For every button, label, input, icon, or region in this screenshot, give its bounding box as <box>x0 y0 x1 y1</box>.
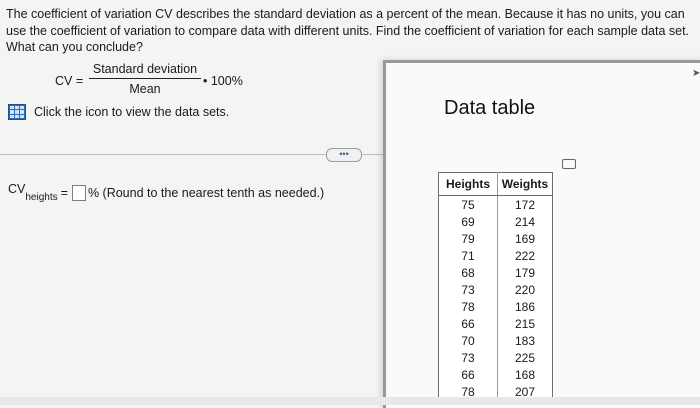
table-row: 69 214 <box>438 213 553 230</box>
table-row: 79 169 <box>438 230 553 247</box>
cell-height: 68 <box>438 264 498 281</box>
cell-weight: 168 <box>514 367 536 382</box>
cell-weight: 186 <box>514 299 536 314</box>
table-row: 78 186 <box>438 298 553 315</box>
cell-height: 66 <box>438 315 498 332</box>
question-text: The coefficient of variation CV describe… <box>6 7 690 54</box>
table-row: 70 183 <box>438 332 553 349</box>
cell-weight: 172 <box>514 197 536 212</box>
formula-numerator: Standard deviation <box>89 62 201 79</box>
table-row: 73 220 <box>438 281 553 298</box>
dataset-link-label: Click the icon to view the data sets. <box>34 105 230 119</box>
cell-weight: 169 <box>514 231 536 246</box>
square-icon[interactable] <box>562 159 576 169</box>
more-button[interactable]: ••• <box>326 148 362 162</box>
cell-weight: 225 <box>514 350 536 365</box>
bottom-edge <box>0 397 700 405</box>
cell-weight: 214 <box>514 214 536 229</box>
answer-suffix: % (Round to the nearest tenth as needed.… <box>87 185 325 200</box>
cell-height: 71 <box>438 247 498 264</box>
grid-icon[interactable] <box>8 104 26 120</box>
cell-height: 73 <box>438 349 498 366</box>
cell-weight: 179 <box>514 265 536 280</box>
cell-height: 66 <box>438 366 498 383</box>
cell-weight: 220 <box>514 282 536 297</box>
dataset-link-row: Click the icon to view the data sets. <box>8 104 229 120</box>
cv-label: CVheights <box>8 182 58 203</box>
cell-height: 69 <box>438 213 498 230</box>
cell-weight: 215 <box>514 316 536 331</box>
formula-lhs: CV = <box>55 74 84 88</box>
formula-multiplier: • 100% <box>203 74 243 88</box>
table-row: 75 172 <box>438 195 553 213</box>
cell-height: 78 <box>438 298 498 315</box>
cell-height: 79 <box>438 230 498 247</box>
cursor-icon: ➤ <box>692 68 700 79</box>
formula-fraction: Standard deviation Mean <box>89 62 201 96</box>
answer-row: CVheights = % (Round to the nearest tent… <box>8 182 325 203</box>
cell-height: 73 <box>438 281 498 298</box>
header-heights: Heights <box>438 172 498 196</box>
data-table: Heights Weights 75 172 69 214 79 169 71 222 … <box>438 172 553 401</box>
cell-weight: 222 <box>514 248 536 263</box>
cv-subscript: heights <box>25 191 58 203</box>
cell-height: 75 <box>438 195 498 213</box>
table-row: 66 168 <box>438 366 553 383</box>
table-row: 68 179 <box>438 264 553 281</box>
answer-input[interactable] <box>71 184 86 201</box>
popup-title: Data table <box>444 97 536 119</box>
header-weights: Weights <box>497 172 553 196</box>
table-row: 71 222 <box>438 247 553 264</box>
cv-symbol: CV <box>8 182 26 196</box>
cell-weight: 183 <box>514 333 536 348</box>
formula-denominator: Mean <box>129 82 161 96</box>
table-row: 66 215 <box>438 315 553 332</box>
table-row: 73 225 <box>438 349 553 366</box>
cell-height: 70 <box>438 332 498 349</box>
equals-sign: = <box>60 185 68 200</box>
